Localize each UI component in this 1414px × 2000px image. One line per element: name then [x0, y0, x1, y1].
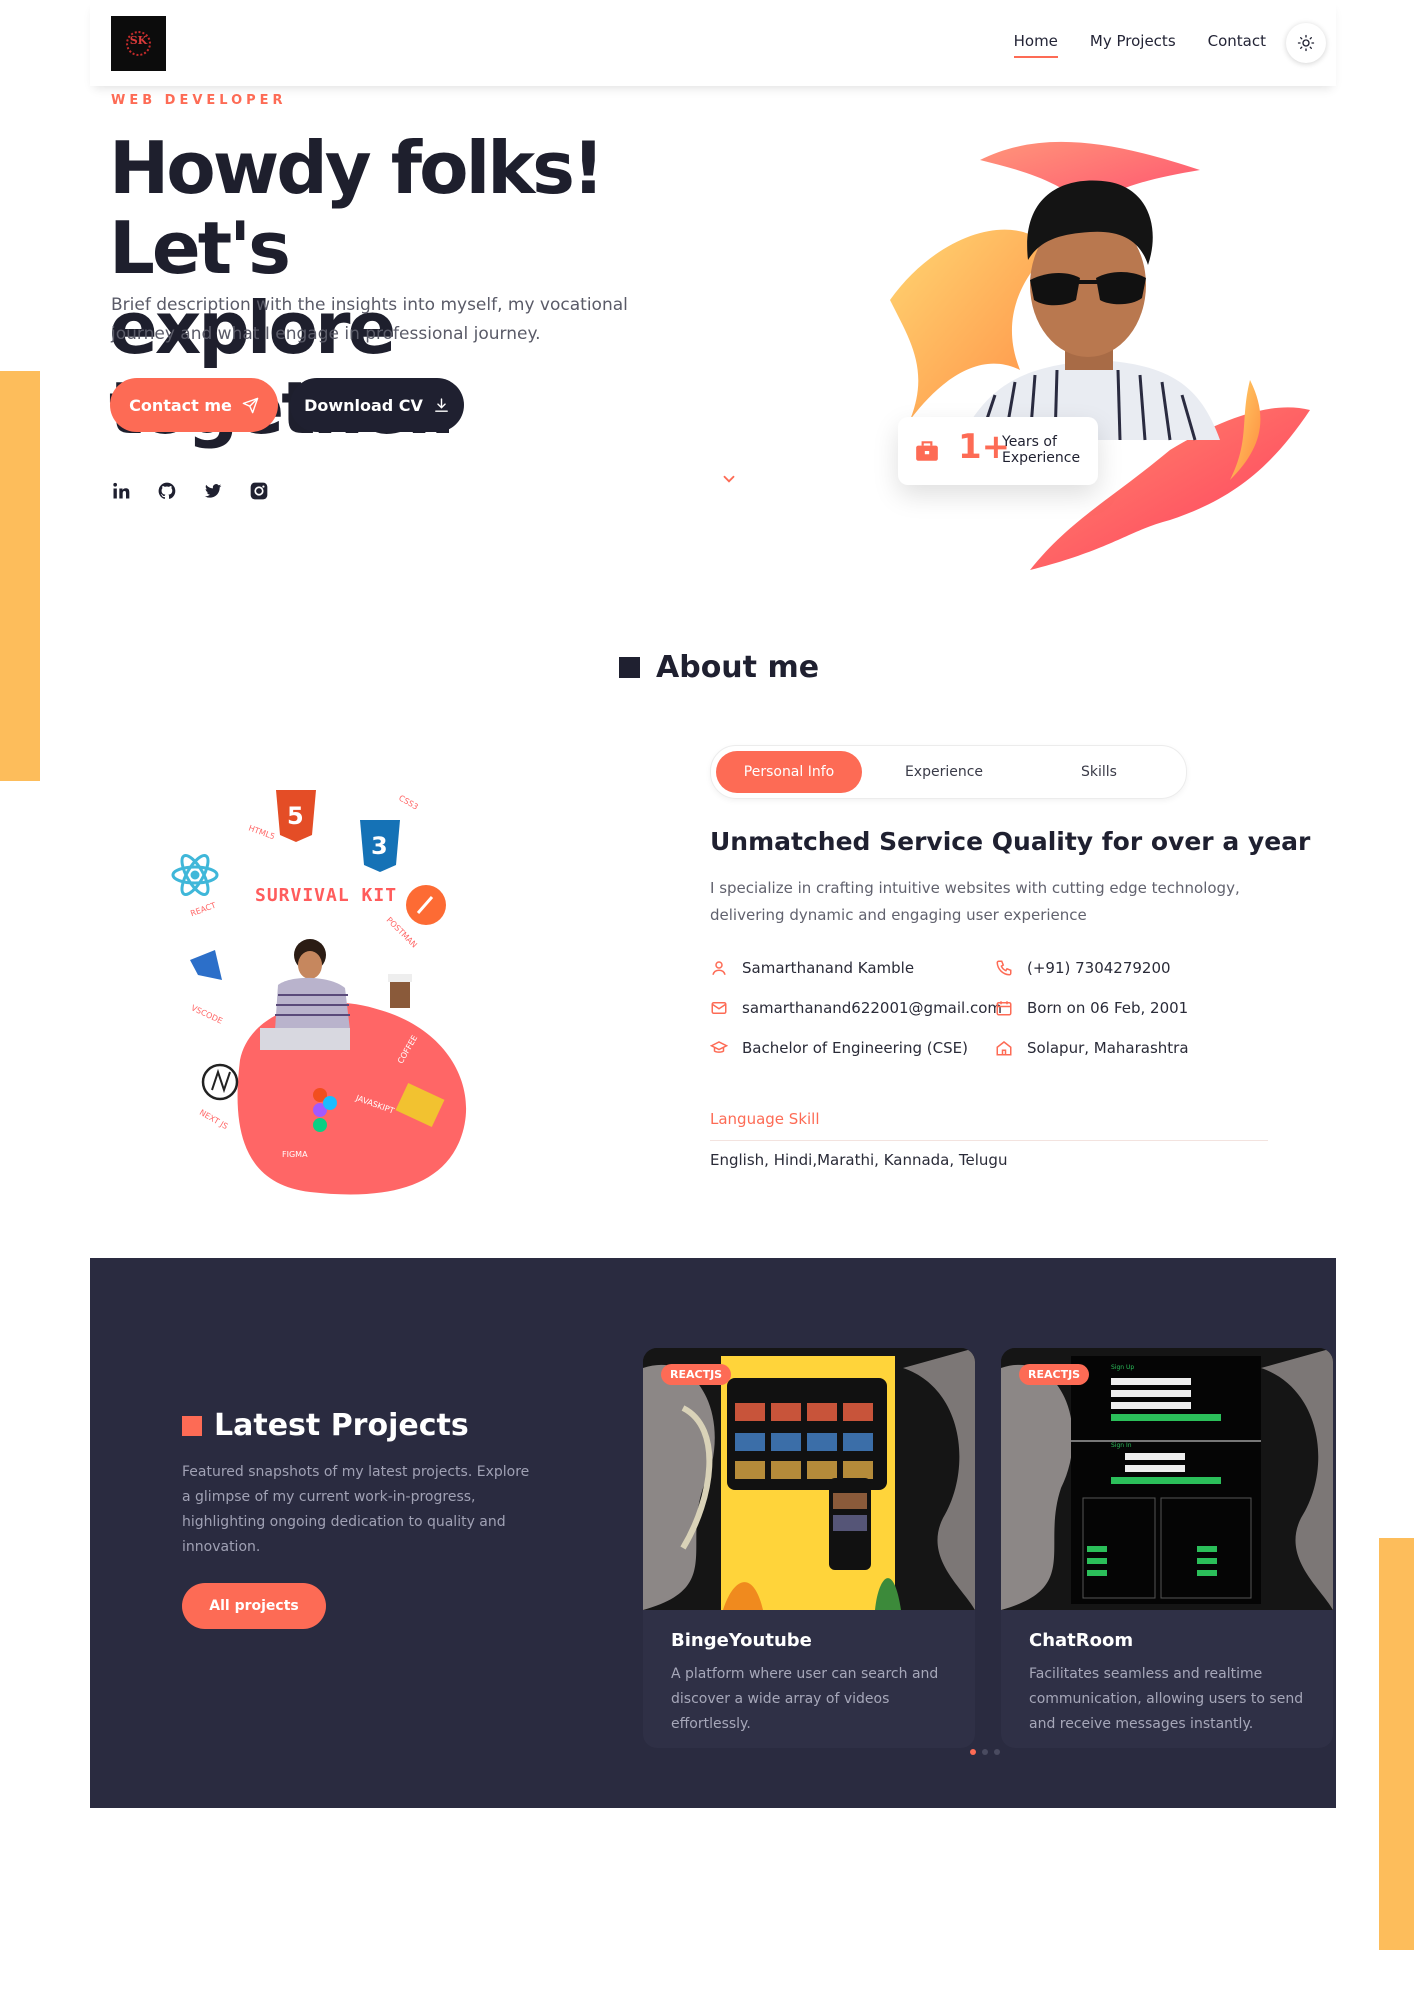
tab-skills[interactable]: Skills — [1026, 751, 1172, 793]
twitter-icon[interactable] — [202, 480, 224, 502]
survival-kit-illustration: 5 3 SURVIVAL KIT HTML5 CSS3 REACT POSTMA… — [160, 760, 500, 1200]
language-skill-value: English, Hindi,Marathi, Kannada, Telugu — [710, 1151, 1008, 1169]
send-icon — [242, 397, 259, 413]
about-description: I specialize in crafting intuitive websi… — [710, 879, 1240, 924]
contact-me-label: Contact me — [129, 395, 232, 415]
label-figma: FIGMA — [282, 1150, 308, 1159]
info-name: Samarthanand Kamble — [710, 959, 914, 977]
title-square-marker — [619, 657, 640, 678]
hero-eyebrow: WEB DEVELOPER — [111, 93, 287, 108]
experience-label: Years of Experience — [1002, 434, 1081, 466]
experience-badge: 1+ Years of Experience — [898, 417, 1098, 485]
projects-section: Latest Projects Featured snapshots of my… — [90, 1258, 1336, 1808]
project-title: BingeYoutube — [671, 1630, 812, 1651]
nav-contact[interactable]: Contact — [1208, 32, 1266, 58]
info-email-value: samarthanand622001@gmail.com — [742, 999, 1003, 1017]
social-links — [110, 480, 270, 502]
about-title-text: About me — [656, 650, 820, 685]
carousel-dots — [970, 1749, 1000, 1755]
main-nav: Home My Projects Contact — [1013, 32, 1266, 58]
info-location: Solapur, Maharashtra — [995, 1039, 1189, 1057]
projects-description: Featured snapshots of my latest projects… — [182, 1464, 530, 1555]
project-card-chatroom[interactable]: Sign Up Sign In REACTJS ChatRoom Facilit… — [1001, 1348, 1333, 1748]
briefcase-icon — [916, 441, 938, 461]
chatroom-signin-label: Sign In — [1111, 1442, 1132, 1449]
user-icon — [712, 961, 726, 975]
projects-title-text: Latest Projects — [214, 1408, 469, 1443]
info-phone-value: (+91) 7304279200 — [1027, 959, 1171, 977]
about-heading: Unmatched Service Quality for over a yea… — [710, 827, 1311, 856]
hero-description: Brief description with the insights into… — [111, 295, 628, 344]
all-projects-button[interactable]: All projects — [182, 1583, 326, 1629]
decorative-bar-right — [1379, 1538, 1414, 1950]
scroll-down-icon[interactable] — [720, 470, 738, 492]
site-header: SK Home My Projects Contact — [90, 0, 1336, 86]
info-degree: Bachelor of Engineering (CSE) — [710, 1039, 968, 1057]
about-section-title: About me — [619, 650, 819, 685]
project-description: A platform where user can search and dis… — [671, 1666, 939, 1732]
language-skill-label: Language Skill — [710, 1110, 820, 1128]
survival-kit-title: SURVIVAL KIT — [255, 885, 398, 906]
projects-title: Latest Projects — [182, 1408, 469, 1443]
info-degree-value: Bachelor of Engineering (CSE) — [742, 1039, 968, 1057]
linkedin-icon[interactable] — [110, 480, 132, 502]
contact-me-button[interactable]: Contact me — [110, 378, 278, 432]
site-logo[interactable]: SK — [111, 16, 166, 71]
project-tag: REACTJS — [1019, 1364, 1090, 1385]
info-location-value: Solapur, Maharashtra — [1027, 1039, 1189, 1057]
chatroom-signup-label: Sign Up — [1111, 1364, 1135, 1371]
info-phone: (+91) 7304279200 — [995, 959, 1171, 977]
hero-portrait — [870, 120, 1330, 580]
nav-home[interactable]: Home — [1013, 32, 1058, 58]
theme-toggle-button[interactable] — [1286, 23, 1326, 63]
carousel-dot-2[interactable] — [982, 1749, 988, 1755]
info-email: samarthanand622001@gmail.com — [710, 999, 1002, 1017]
project-tag: REACTJS — [661, 1364, 732, 1385]
project-thumbnail: REACTJS — [643, 1348, 975, 1610]
phone-icon — [996, 960, 1012, 976]
svg-text:3: 3 — [371, 832, 388, 860]
mail-icon — [711, 1002, 727, 1014]
language-divider — [710, 1140, 1268, 1141]
tab-personal-info[interactable]: Personal Info — [716, 751, 862, 793]
svg-text:5: 5 — [287, 802, 304, 830]
project-thumbnail: Sign Up Sign In REACTJS — [1001, 1348, 1333, 1610]
calendar-icon — [996, 1001, 1012, 1016]
title-square-marker — [182, 1415, 202, 1436]
instagram-icon[interactable] — [248, 480, 270, 502]
tab-experience[interactable]: Experience — [871, 751, 1017, 793]
carousel-dot-3[interactable] — [994, 1749, 1000, 1755]
decorative-bar-left — [0, 371, 40, 781]
graduation-cap-icon — [710, 1041, 728, 1053]
download-icon — [435, 397, 448, 412]
github-icon[interactable] — [156, 480, 178, 502]
info-dob-value: Born on 06 Feb, 2001 — [1027, 999, 1189, 1017]
carousel-dot-1[interactable] — [970, 1749, 976, 1755]
sun-icon — [1297, 34, 1315, 52]
home-icon — [996, 1041, 1012, 1056]
hero-title-line1: Howdy folks! Let's — [109, 126, 605, 290]
info-name-value: Samarthanand Kamble — [742, 959, 915, 977]
info-dob: Born on 06 Feb, 2001 — [995, 999, 1188, 1017]
download-cv-button[interactable]: Download CV — [290, 378, 464, 432]
project-description: Facilitates seamless and realtime commun… — [1029, 1666, 1304, 1732]
download-cv-label: Download CV — [304, 395, 423, 415]
nav-my-projects[interactable]: My Projects — [1090, 32, 1176, 58]
project-card-bingeyoutube[interactable]: REACTJS BingeYoutube A platform where us… — [643, 1348, 975, 1748]
logo-monogram: SK — [129, 34, 148, 47]
about-tabs: Personal Info Experience Skills — [710, 745, 1187, 799]
project-title: ChatRoom — [1029, 1630, 1134, 1651]
